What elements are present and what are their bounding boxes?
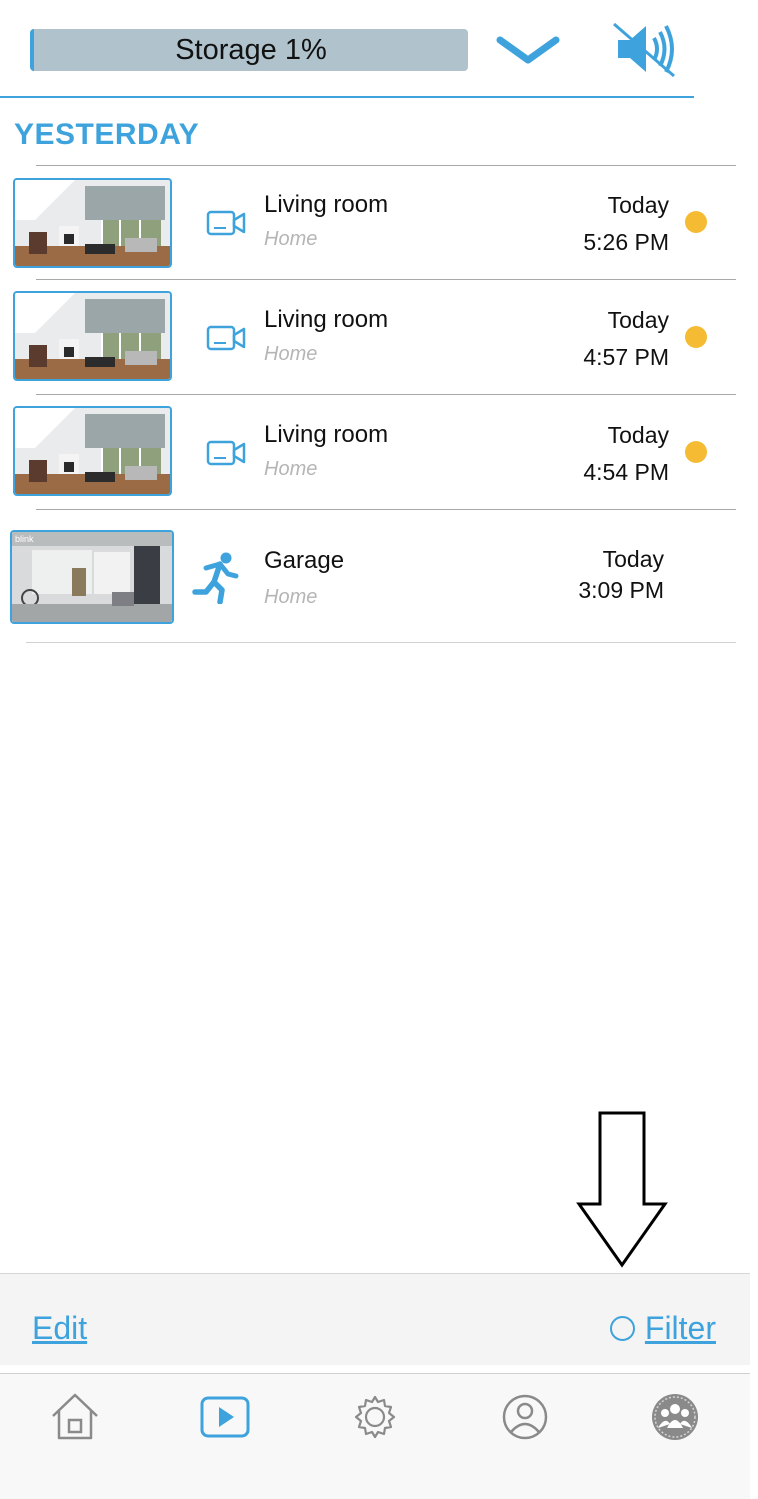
motion-icon [192, 552, 239, 604]
clip-row[interactable]: blink Living room Home Today 5:26 PM [0, 166, 758, 279]
section-title: YESTERDAY [14, 118, 200, 151]
clip-day: Today [607, 192, 669, 218]
down-arrow-annotation-icon [576, 1111, 668, 1268]
camera-icon [206, 440, 246, 466]
camera-icon [206, 210, 246, 236]
camera-name: Garage [264, 547, 345, 574]
clip-time: 3:09 PM [578, 577, 664, 603]
clip-thumbnail[interactable]: blink [13, 291, 172, 381]
brand-watermark: blink [18, 182, 37, 192]
system-name: Home [264, 586, 318, 608]
clip-time: 4:54 PM [583, 459, 669, 485]
clip-time: 4:57 PM [583, 344, 669, 370]
living-room-thumbnail-image [15, 408, 170, 494]
unread-dot [685, 441, 707, 463]
speaker-muted-icon[interactable] [610, 18, 678, 80]
clip-day: Today [602, 546, 664, 572]
users-icon[interactable] [648, 1390, 702, 1444]
system-name: Home [264, 228, 318, 250]
tab-bar [0, 1373, 750, 1499]
brand-watermark: blink [15, 534, 34, 544]
home-icon[interactable] [48, 1390, 102, 1444]
brand-watermark: blink [18, 410, 37, 420]
chevron-down-icon[interactable] [495, 30, 561, 70]
system-name: Home [264, 343, 318, 365]
list-divider [26, 642, 736, 643]
filter-label: Filter [644, 1310, 716, 1346]
system-name: Home [264, 458, 318, 480]
living-room-thumbnail-image [15, 293, 170, 379]
header-divider [0, 96, 694, 98]
clip-row[interactable]: blink Garage Home Today 3:09 PM [0, 510, 758, 642]
top-bar: Storage 1% [0, 0, 758, 98]
action-bar: Edit Filter [0, 1273, 750, 1365]
brand-watermark: blink [18, 295, 37, 305]
edit-button[interactable]: Edit [32, 1310, 87, 1347]
unread-dot [685, 211, 707, 233]
clip-day: Today [607, 307, 669, 333]
camera-icon [206, 325, 246, 351]
camera-name: Living room [264, 306, 389, 333]
clip-thumbnail[interactable]: blink [10, 530, 174, 624]
living-room-thumbnail-image [15, 180, 170, 266]
storage-label: Storage 1% [175, 33, 327, 66]
filter-button[interactable]: Filter [609, 1310, 716, 1347]
filter-circle-icon [609, 1316, 635, 1341]
clip-thumbnail[interactable]: blink [13, 406, 172, 496]
play-icon[interactable] [198, 1390, 252, 1444]
camera-name: Living room [264, 191, 389, 218]
clip-thumbnail[interactable]: blink [13, 178, 172, 268]
camera-name: Living room [264, 421, 389, 448]
clip-row[interactable]: blink Living room Home Today 4:54 PM [0, 395, 758, 509]
storage-indicator[interactable]: Storage 1% [30, 29, 468, 71]
clip-day: Today [607, 422, 669, 448]
clip-time: 5:26 PM [583, 229, 669, 255]
clip-row[interactable]: blink Living room Home Today 4:57 PM [0, 280, 758, 394]
gear-icon[interactable] [348, 1390, 402, 1444]
garage-thumbnail-image [12, 532, 172, 622]
account-icon[interactable] [498, 1390, 552, 1444]
unread-dot [685, 326, 707, 348]
